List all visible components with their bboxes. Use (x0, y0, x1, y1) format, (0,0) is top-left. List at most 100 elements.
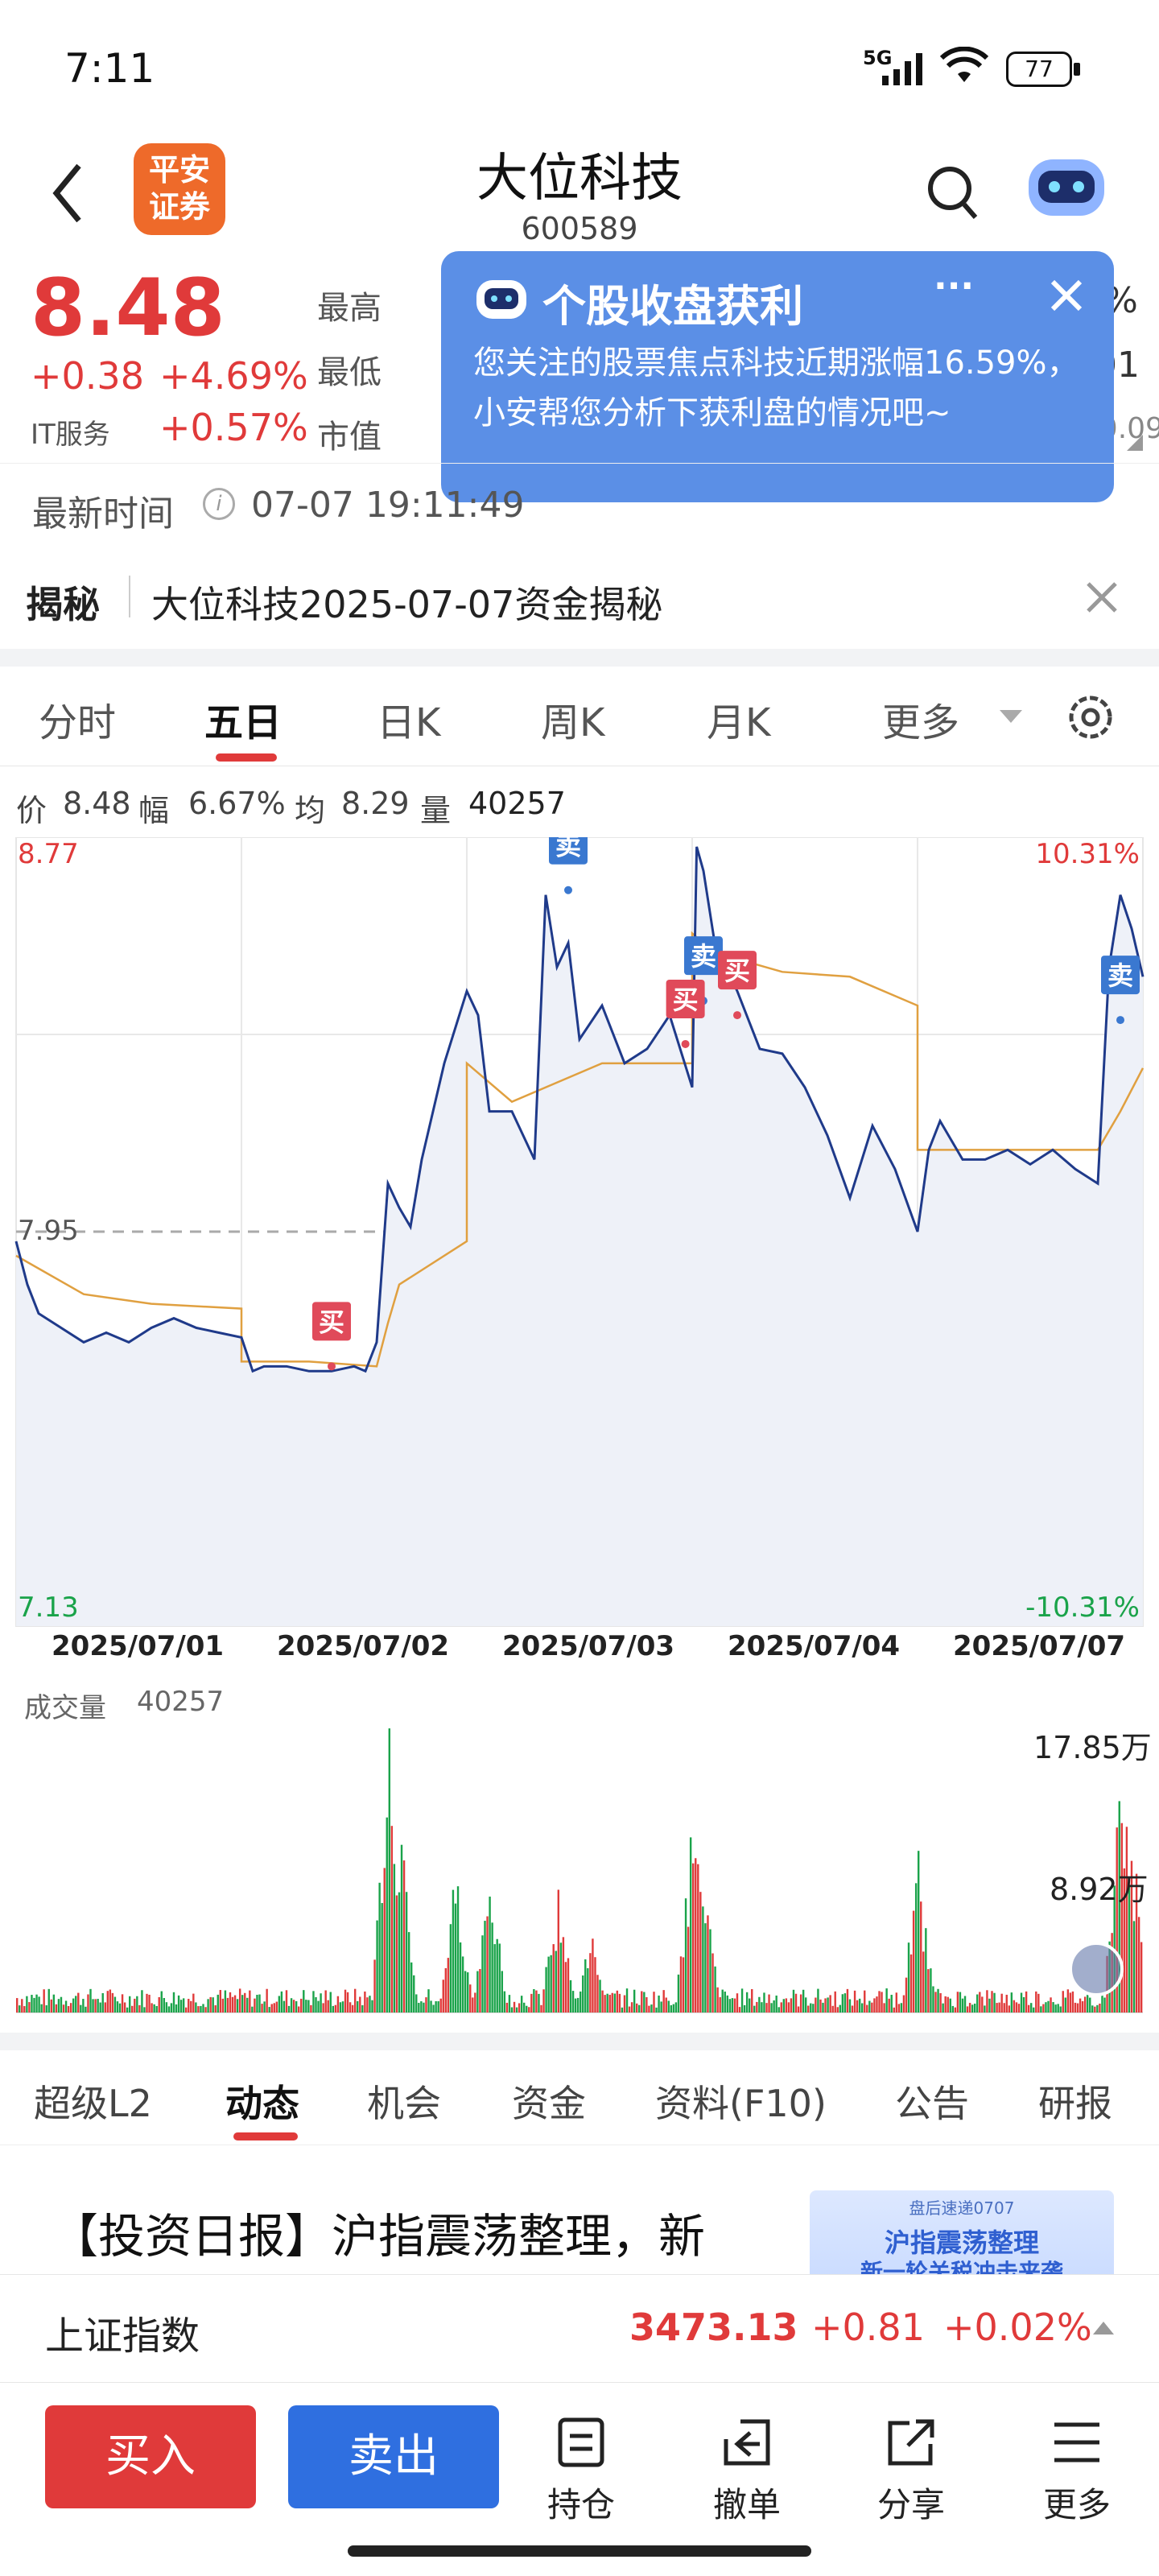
expand-corner-icon[interactable] (1127, 435, 1143, 451)
volume-bar (1079, 1998, 1082, 2013)
volume-bar (427, 1989, 430, 2013)
volume-bar (670, 2004, 673, 2013)
volume-bar (278, 1996, 281, 2013)
search-icon[interactable] (924, 159, 980, 224)
robot-icon[interactable] (1022, 151, 1111, 224)
volume-bar (1003, 2003, 1005, 2013)
tab-daily-k[interactable]: 日K (377, 691, 440, 747)
tab-f10[interactable]: 资料(F10) (655, 2074, 827, 2128)
volume-bar (592, 1938, 594, 2013)
y-max-label: 8.77 (18, 838, 79, 870)
capital-reveal-bar[interactable]: 揭秘 大位科技2025-07-07资金揭秘 (0, 543, 1159, 648)
five-day-chart[interactable]: 买卖卖买买卖 8.77 7.95 7.13 10.31% -10.31% 202… (0, 825, 1159, 1662)
stock-name: 大位科技 (476, 149, 683, 208)
buy-point (681, 1039, 690, 1048)
volume-bar (758, 1996, 761, 2013)
volume-bar (491, 1922, 493, 2013)
news-item[interactable]: 【投资日报】沪指震荡整理，新 盘后速递0707 沪指震荡整理 新一轮关税冲击来袭 (0, 2145, 1159, 2274)
volume-bar (341, 2001, 344, 2013)
volume-bar (738, 2007, 741, 2013)
volume-bar (773, 2000, 775, 2013)
volume-bar (770, 2003, 773, 2013)
chevron-left-icon[interactable] (48, 161, 89, 225)
tab-intraday[interactable]: 分时 (39, 691, 116, 747)
news-headline[interactable]: 【投资日报】沪指震荡整理，新 (52, 2198, 705, 2266)
volume-bar (934, 1992, 937, 2013)
buy-button[interactable]: 买入 (45, 2405, 256, 2508)
gear-icon[interactable] (1064, 691, 1117, 744)
volume-bar (45, 2005, 47, 2013)
volume-bar (787, 2002, 790, 2013)
volume-bar (667, 2000, 670, 2013)
volume-bar (484, 1921, 486, 2013)
volume-bar (912, 1910, 915, 2013)
volume-bar (104, 2002, 106, 2013)
volume-bar (873, 1998, 876, 2013)
volume-bar (550, 1955, 552, 2013)
volume-bar (780, 2002, 782, 2013)
positions-label: 持仓 (547, 2485, 615, 2524)
volume-bar (888, 1998, 890, 2013)
volume-bar (616, 1990, 619, 2013)
volume-bar (799, 1994, 802, 2013)
more-button[interactable]: 更多 (1029, 2413, 1125, 2527)
tab-more[interactable]: 更多 (882, 691, 959, 747)
index-bar[interactable]: 上证指数 3473.13 +0.81 +0.02% (0, 2274, 1159, 2383)
volume-bar (1091, 2005, 1094, 2013)
cancel-order-button[interactable]: 撤单 (699, 2413, 795, 2527)
volume-bar (212, 1997, 214, 2013)
tab-weekly-k[interactable]: 周K (541, 691, 604, 747)
tab-monthly-k[interactable]: 月K (707, 691, 770, 747)
volume-bar (505, 2002, 509, 2013)
volume-bar (819, 1999, 822, 2013)
volume-bar (410, 1962, 413, 2013)
volume-bar (72, 1998, 75, 2013)
sell-button[interactable]: 卖出 (288, 2405, 499, 2508)
close-icon[interactable] (1046, 275, 1087, 316)
volume-bar (366, 1997, 369, 2013)
chevron-down-icon[interactable] (1000, 710, 1022, 723)
info-icon[interactable]: i (203, 488, 235, 520)
wifi-icon (940, 47, 988, 82)
volume-bar (530, 1993, 533, 2013)
volume-bar (69, 2003, 72, 2013)
volume-bar (848, 1999, 852, 2013)
volume-bar (864, 1990, 866, 2013)
reveal-text[interactable]: 大位科技2025-07-07资金揭秘 (151, 576, 662, 629)
volume-bar (273, 2003, 275, 2013)
tab-five-day[interactable]: 五日 (204, 691, 282, 747)
volume-bar (885, 1988, 888, 2013)
buy-marker-label: 买 (724, 956, 750, 986)
broker-logo[interactable]: 平安 证券 (134, 143, 225, 235)
volume-bar (129, 1996, 131, 2013)
tab-dynamics[interactable]: 动态 (225, 2074, 299, 2128)
volume-chart[interactable]: 成交量 40257 17.85万 8.92万 (0, 1674, 1159, 2029)
sector-name[interactable]: IT服务 (31, 412, 110, 452)
close-icon[interactable] (1083, 579, 1120, 616)
volume-bar (334, 2004, 337, 2013)
volume-bar (322, 2003, 324, 2013)
volume-bar (574, 1998, 577, 2013)
float-tool-icon[interactable] (1069, 1942, 1124, 1996)
tab-capital[interactable]: 资金 (512, 2074, 586, 2128)
tab-super-l2[interactable]: 超级L2 (34, 2074, 152, 2128)
chevron-up-icon[interactable] (1093, 2322, 1114, 2334)
news-thumbnail[interactable]: 盘后速递0707 沪指震荡整理 新一轮关税冲击来袭 (810, 2190, 1114, 2274)
volume-bar (111, 1992, 114, 2013)
share-button[interactable]: 分享 (863, 2413, 959, 2527)
tab-announcements[interactable]: 公告 (895, 2074, 969, 2128)
active-tab-indicator (233, 2132, 298, 2140)
volume-bar (464, 1971, 467, 2013)
volume-bar (682, 1957, 685, 2013)
volume-bar (628, 2006, 631, 2013)
popup-title: 个股收盘获利 (542, 281, 803, 332)
volume-bar (31, 1995, 33, 2013)
positions-button[interactable]: 持仓 (533, 2413, 629, 2527)
battery-tip (1074, 63, 1080, 76)
volume-bar (538, 1993, 540, 2013)
more-dots-icon[interactable]: ··· (934, 266, 974, 307)
volume-bar (794, 1993, 798, 2013)
volume-bar (559, 1942, 563, 2013)
tab-opportunity[interactable]: 机会 (367, 2074, 441, 2128)
tab-research[interactable]: 研报 (1038, 2074, 1112, 2128)
